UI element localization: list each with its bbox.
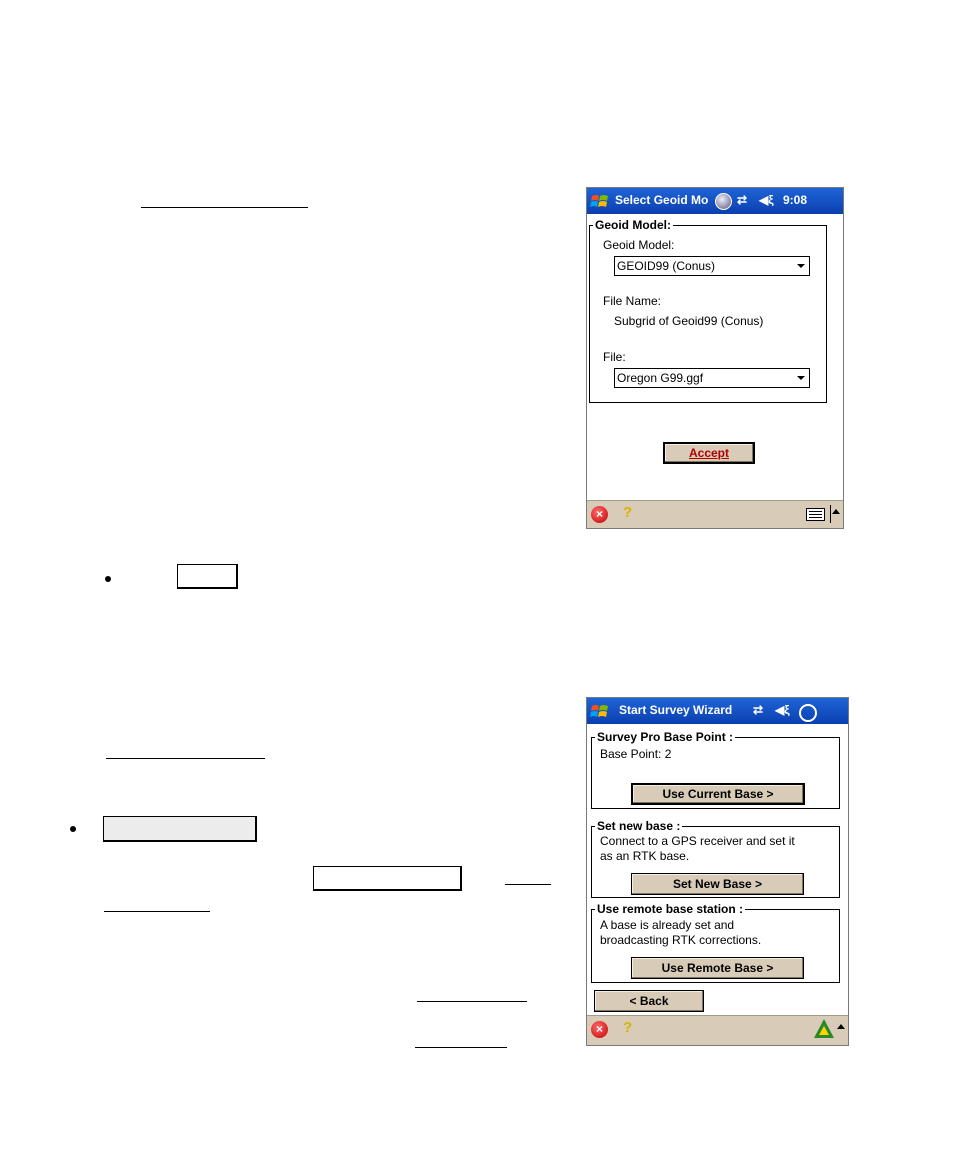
windows-start-icon[interactable] bbox=[590, 701, 610, 721]
title-bar: Start Survey Wizard ⇄ ◀ξ bbox=[587, 698, 848, 724]
window-title: Start Survey Wizard bbox=[619, 703, 733, 717]
file-name-value: Subgrid of Geoid99 (Conus) bbox=[614, 314, 764, 328]
accept-button[interactable]: Accept bbox=[663, 442, 755, 464]
window-title: Select Geoid Mo bbox=[615, 193, 709, 207]
select-geoid-window: Select Geoid Mo ⇄ ◀ξ 9:08 Geoid Model: G… bbox=[586, 187, 844, 529]
command-bar: × ? bbox=[587, 1015, 848, 1045]
file-name-label: File Name: bbox=[603, 294, 662, 308]
underline-mark bbox=[417, 1001, 527, 1002]
group-title: Geoid Model: bbox=[593, 218, 673, 232]
start-survey-wizard-window: Start Survey Wizard ⇄ ◀ξ Survey Pro Base… bbox=[586, 697, 849, 1046]
title-bar: Select Geoid Mo ⇄ ◀ξ 9:08 bbox=[587, 188, 843, 214]
underline-mark bbox=[505, 884, 551, 885]
file-value: Oregon G99.ggf bbox=[617, 371, 704, 385]
underline-mark bbox=[415, 1047, 507, 1048]
file-dropdown[interactable]: Oregon G99.ggf bbox=[614, 368, 810, 388]
back-label: < Back bbox=[629, 994, 669, 1008]
use-current-base-button[interactable]: Use Current Base > bbox=[631, 783, 805, 805]
use-current-base-label: Use Current Base > bbox=[662, 787, 774, 801]
use-remote-base-button[interactable]: Use Remote Base > bbox=[631, 957, 804, 979]
connectivity-icon[interactable]: ⇄ bbox=[737, 193, 747, 207]
chevron-down-icon bbox=[797, 264, 805, 268]
button-reference-box bbox=[103, 816, 257, 842]
keyboard-icon[interactable] bbox=[806, 508, 825, 521]
clock-icon[interactable] bbox=[799, 704, 817, 722]
group-title: Survey Pro Base Point : bbox=[595, 730, 736, 744]
geoid-model-dropdown[interactable]: GEOID99 (Conus) bbox=[614, 256, 810, 276]
speaker-icon[interactable]: ◀ξ bbox=[775, 703, 790, 717]
group-title: Set new base : bbox=[595, 819, 683, 833]
globe-icon[interactable] bbox=[715, 193, 732, 210]
button-reference-box bbox=[313, 866, 462, 891]
geoid-model-label: Geoid Model: bbox=[603, 238, 675, 252]
set-new-base-description: Connect to a GPS receiver and set it bbox=[600, 834, 795, 848]
survey-status-icon[interactable] bbox=[814, 1019, 834, 1038]
windows-start-icon[interactable] bbox=[590, 191, 610, 211]
up-arrow-icon[interactable] bbox=[837, 1024, 845, 1029]
close-icon[interactable]: × bbox=[591, 506, 608, 523]
clock-time[interactable]: 9:08 bbox=[783, 193, 807, 207]
underline-mark bbox=[106, 758, 265, 759]
base-point-value: Base Point: 2 bbox=[600, 747, 672, 761]
help-icon[interactable]: ? bbox=[623, 504, 632, 521]
bullet-mark bbox=[70, 826, 76, 832]
geoid-model-value: GEOID99 (Conus) bbox=[617, 259, 716, 273]
button-reference-box bbox=[177, 564, 238, 589]
underline-mark bbox=[104, 911, 210, 912]
set-new-base-label: Set New Base > bbox=[672, 877, 763, 891]
set-new-base-button[interactable]: Set New Base > bbox=[631, 873, 804, 895]
chevron-down-icon bbox=[797, 376, 805, 380]
set-new-base-description: as an RTK base. bbox=[600, 849, 690, 863]
group-title: Use remote base station : bbox=[595, 902, 746, 916]
up-arrow-icon[interactable] bbox=[832, 509, 840, 514]
use-remote-base-label: Use Remote Base > bbox=[661, 961, 774, 975]
close-icon[interactable]: × bbox=[591, 1021, 608, 1038]
back-button[interactable]: < Back bbox=[594, 990, 704, 1012]
divider bbox=[830, 505, 831, 523]
speaker-icon[interactable]: ◀ξ bbox=[759, 193, 774, 207]
help-icon[interactable]: ? bbox=[623, 1019, 632, 1036]
underline-mark bbox=[141, 207, 308, 208]
file-label: File: bbox=[603, 350, 626, 364]
remote-base-description: A base is already set and bbox=[600, 918, 735, 932]
remote-base-description: broadcasting RTK corrections. bbox=[600, 933, 762, 947]
connectivity-icon[interactable]: ⇄ bbox=[753, 703, 763, 717]
bullet-mark bbox=[105, 576, 111, 582]
command-bar: × ? bbox=[587, 500, 843, 528]
